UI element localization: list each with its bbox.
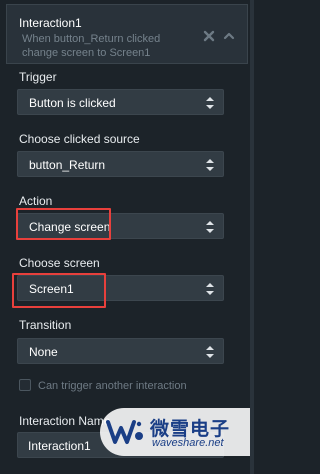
interaction-header[interactable]: Interaction1 When button_Return clicked …	[6, 4, 248, 64]
select-arrows-icon	[206, 283, 214, 295]
transition-value: None	[29, 345, 58, 359]
chevron-up-icon[interactable]	[223, 29, 235, 41]
screen-highlight-box	[12, 273, 106, 308]
watermark-url-text: waveshare.net	[152, 437, 224, 449]
interaction-title: Interaction1	[19, 16, 82, 30]
close-icon[interactable]	[203, 29, 215, 42]
action-label: Action	[19, 194, 53, 208]
choose-screen-label: Choose screen	[19, 256, 100, 270]
trigger-label: Trigger	[19, 70, 57, 84]
select-arrows-icon	[206, 346, 214, 358]
clicked-source-label: Choose clicked source	[19, 132, 140, 146]
action-highlight-box	[16, 208, 111, 240]
header-icons	[203, 29, 235, 42]
interaction-properties-panel: Interaction1 When button_Return clicked …	[0, 0, 254, 474]
select-arrows-icon	[206, 159, 214, 171]
interaction-name-label: Interaction Name	[19, 414, 111, 428]
panel-edge-strip	[250, 0, 254, 474]
trigger-another-label: Can trigger another interaction	[38, 380, 187, 392]
clicked-source-value: button_Return	[29, 158, 106, 172]
trigger-select-value: Button is clicked	[29, 96, 116, 110]
select-arrows-icon	[206, 97, 214, 109]
interaction-description: When button_Return clicked change screen…	[22, 33, 161, 59]
clicked-source-select[interactable]: button_Return	[17, 151, 224, 177]
trigger-another-checkbox[interactable]	[19, 379, 31, 391]
select-arrows-icon	[206, 221, 214, 233]
transition-label: Transition	[19, 318, 72, 332]
interaction-name-value: Interaction1	[28, 439, 91, 453]
trigger-select[interactable]: Button is clicked	[17, 89, 224, 115]
transition-select[interactable]: None	[17, 338, 224, 364]
waveshare-watermark: 微雪电子 waveshare.net	[100, 408, 250, 456]
waveshare-logo-icon	[106, 420, 143, 444]
